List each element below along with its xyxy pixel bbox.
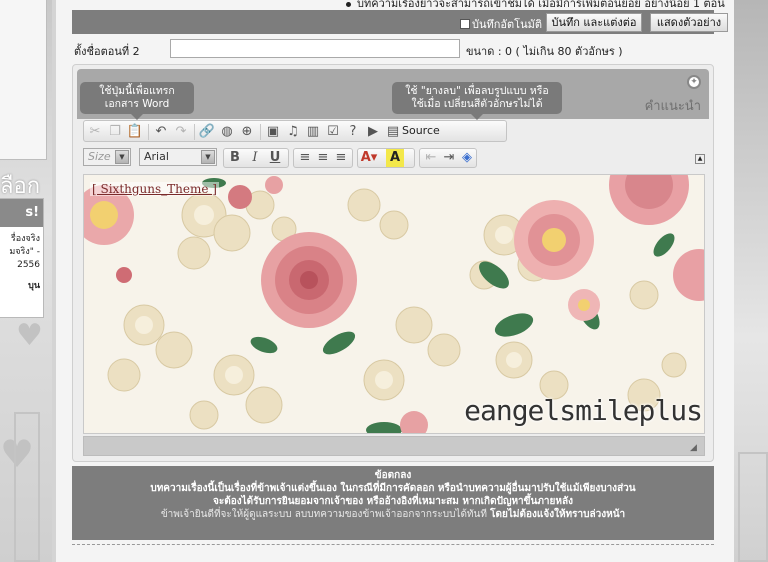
watermark: eangelsmileplus bbox=[464, 394, 703, 427]
side-box-title: s! bbox=[0, 199, 43, 227]
outdent-icon[interactable]: ⇤ bbox=[422, 149, 440, 167]
resize-handle-icon[interactable]: ◢ bbox=[690, 443, 700, 453]
checkbox-icon[interactable] bbox=[460, 19, 470, 29]
tooltip-eraser: ใช้ "ยางลบ" เพื่อลบรูปแบบ หรือใช้เมื่อ เ… bbox=[392, 82, 562, 120]
side-box-line: 2556 bbox=[17, 260, 40, 270]
save-continue-button[interactable]: บันทึก และแต่งต่อ bbox=[546, 13, 642, 32]
autosave-checkbox[interactable]: บันทึกอัตโนมัติ bbox=[460, 15, 542, 33]
main-column: บทความเรื่องยาวจะสามารถเข้าชมได้ เมื่อมี… bbox=[56, 0, 734, 562]
undo-icon[interactable]: ↶ bbox=[152, 123, 170, 141]
music-icon[interactable]: ♫ bbox=[284, 123, 302, 141]
link-icon[interactable]: 🔗 bbox=[198, 123, 216, 141]
divider bbox=[72, 544, 714, 545]
terms-title: ข้อตกลง bbox=[374, 470, 412, 481]
chapter-title-input[interactable] bbox=[170, 39, 460, 58]
source-icon[interactable]: ▤ bbox=[384, 123, 402, 141]
align-right-icon[interactable]: ≡ bbox=[332, 149, 350, 167]
rich-text-editor: ✦ คำแนะนำ ✂ ❐ 📋 ↶ ↷ 🔗 ◍ ⊕ ▣ ♫ ▥ ☑ ? ▶ ▤ … bbox=[72, 64, 714, 462]
building-decoration bbox=[738, 452, 768, 562]
side-box-text: รื่องจริง มจริง" - 2556 บุน bbox=[0, 227, 43, 293]
redo-icon[interactable]: ↷ bbox=[172, 123, 190, 141]
chapter-title-label: ตั้งชื่อตอนที่ 2 bbox=[74, 45, 140, 58]
heart-decoration-icon: ♥ bbox=[16, 318, 43, 353]
collapse-toolbar-icon[interactable]: ▲ bbox=[695, 154, 705, 164]
side-box-line: รื่องจริง bbox=[10, 234, 40, 244]
terms-line: ข้าพเจ้ายินดีที่จะให้ผู้ดูแลระบบ ลบบทควา… bbox=[72, 508, 714, 521]
cut-icon[interactable]: ✂ bbox=[86, 123, 104, 141]
action-bar: บันทึกอัตโนมัติ บันทึก และแต่งต่อ แสดงตั… bbox=[72, 10, 728, 34]
editor-status-bar: ◢ bbox=[83, 436, 705, 456]
font-size-select[interactable]: Size ▼ bbox=[83, 148, 131, 166]
side-box: s! รื่องจริง มจริง" - 2556 บุน bbox=[0, 198, 44, 318]
align-left-icon[interactable]: ≡ bbox=[296, 149, 314, 167]
font-family-value: Arial bbox=[144, 150, 169, 163]
chevron-down-icon[interactable]: ▼ bbox=[201, 150, 215, 164]
bullet-icon bbox=[346, 1, 351, 7]
color-group: A▾ A bbox=[357, 148, 415, 168]
side-box-line: บุน bbox=[28, 281, 40, 291]
highlight-color-icon[interactable]: A bbox=[386, 149, 404, 167]
chevron-down-icon[interactable]: ▼ bbox=[115, 150, 129, 164]
terms-line-bold: โดยไม่ต้องแจ้งให้ทราบล่วงหน้า bbox=[490, 509, 626, 520]
editor-toolbar-row-1: ✂ ❐ 📋 ↶ ↷ 🔗 ◍ ⊕ ▣ ♫ ▥ ☑ ? ▶ ▤ Source bbox=[83, 120, 507, 142]
checkmark-icon[interactable]: ☑ bbox=[324, 123, 342, 141]
youtube-icon[interactable]: ▶ bbox=[364, 123, 382, 141]
side-box-line: มจริง" - bbox=[9, 247, 40, 257]
terms-box: ข้อตกลง บทความเรื่องนี้เป็นเรื่องที่ข้าพ… bbox=[72, 466, 714, 540]
editor-content-area[interactable]: [ Sixthguns_Theme ] eangelsmileplus bbox=[83, 174, 705, 434]
eraser-icon[interactable]: ◈ bbox=[458, 149, 476, 167]
underline-icon[interactable]: U bbox=[266, 149, 284, 167]
indent-group: ⇤ ⇥ ◈ bbox=[419, 148, 477, 168]
paste-word-icon[interactable]: 📋 bbox=[126, 123, 144, 141]
font-family-select[interactable]: Arial ▼ bbox=[139, 148, 217, 166]
help-icon[interactable]: ✦ bbox=[687, 75, 701, 89]
autosave-label: บันทึกอัตโนมัติ bbox=[472, 18, 542, 31]
bold-icon[interactable]: B bbox=[226, 149, 244, 167]
align-group: ≡ ≡ ≡ bbox=[293, 148, 353, 168]
italic-icon[interactable]: I bbox=[246, 149, 264, 167]
font-size-placeholder: Size bbox=[88, 150, 111, 163]
terms-line: บทความเรื่องนี้เป็นเรื่องที่ข้าพเจ้าแต่ง… bbox=[150, 483, 636, 494]
source-label[interactable]: Source bbox=[402, 124, 440, 137]
side-panel bbox=[0, 0, 47, 160]
tooltip-paste-word: ใช้ปุ่มนี้เพื่อแทรกเอกสาร Word bbox=[80, 82, 194, 120]
image-icon[interactable]: ▣ bbox=[264, 123, 282, 141]
align-center-icon[interactable]: ≡ bbox=[314, 149, 332, 167]
anchor-icon[interactable]: ⊕ bbox=[238, 123, 256, 141]
editor-toolbar-row-2: Size ▼ Arial ▼ B I U ≡ ≡ ≡ A▾ A ⇤ ⇥ ◈ ▲ bbox=[83, 146, 707, 168]
top-note-text: บทความเรื่องยาวจะสามารถเข้าชมได้ เมื่อมี… bbox=[357, 0, 725, 10]
text-format-group: B I U bbox=[223, 148, 289, 168]
globe-icon[interactable]: ◍ bbox=[218, 123, 236, 141]
toolbar-separator bbox=[260, 124, 261, 140]
terms-line: จะต้องได้รับการยินยอมจากเจ้าของ หรืออ้าง… bbox=[212, 496, 574, 507]
terms-line-text: ข้าพเจ้ายินดีที่จะให้ผู้ดูแลระบบ ลบบทควา… bbox=[160, 509, 487, 520]
toolbar-separator bbox=[194, 124, 195, 140]
toolbar-separator bbox=[148, 124, 149, 140]
theme-link[interactable]: [ Sixthguns_Theme ] bbox=[90, 182, 219, 196]
hint-link[interactable]: คำแนะนำ bbox=[645, 95, 701, 116]
question-icon[interactable]: ? bbox=[344, 123, 362, 141]
chart-icon[interactable]: ▥ bbox=[304, 123, 322, 141]
copy-icon[interactable]: ❐ bbox=[106, 123, 124, 141]
indent-icon[interactable]: ⇥ bbox=[440, 149, 458, 167]
text-color-icon[interactable]: A▾ bbox=[360, 149, 378, 167]
title-length-counter: ขนาด : 0 ( ไม่เกิน 80 ตัวอักษร ) bbox=[466, 45, 623, 58]
preview-button[interactable]: แสดงตัวอย่าง bbox=[650, 13, 728, 32]
building-decoration bbox=[14, 412, 40, 562]
